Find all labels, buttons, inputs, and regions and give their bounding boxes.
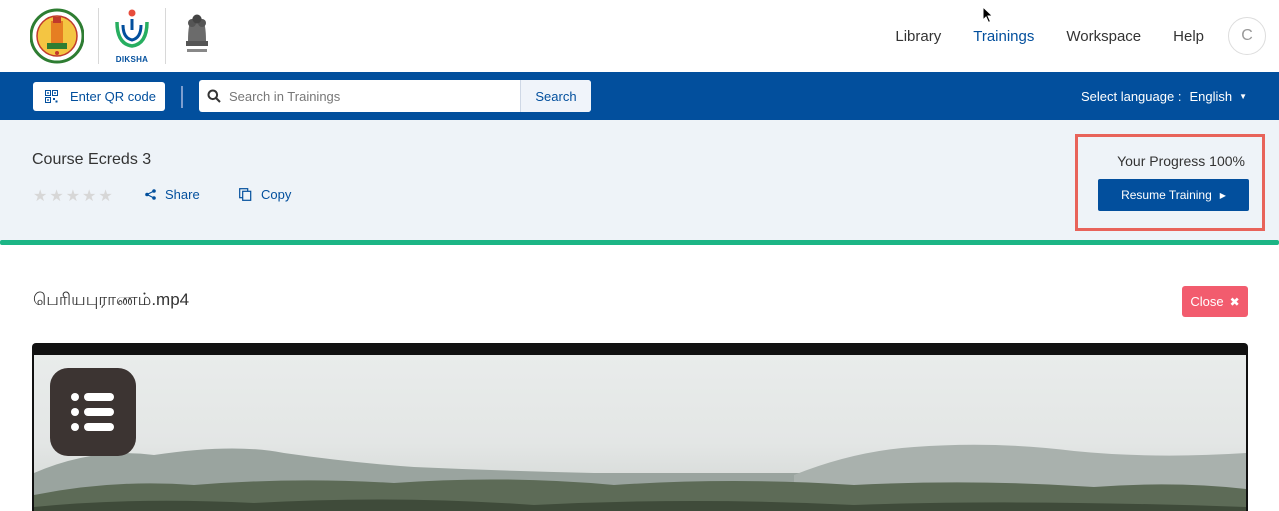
star-icon[interactable]: ★ (66, 186, 80, 206)
copy-button[interactable]: Copy (239, 187, 291, 202)
user-avatar[interactable]: C (1228, 17, 1266, 55)
progress-line (0, 240, 1279, 245)
nav-trainings[interactable]: Trainings (973, 28, 1034, 45)
star-icon[interactable]: ★ (33, 186, 47, 206)
qr-code-icon (45, 90, 58, 103)
search-input[interactable] (229, 80, 520, 112)
nav-workspace[interactable]: Workspace (1066, 28, 1141, 45)
india-emblem-logo[interactable] (180, 7, 214, 65)
language-value[interactable]: English (1189, 89, 1232, 104)
close-icon: ✖ (1229, 294, 1240, 309)
copy-icon (239, 188, 252, 201)
course-title: Course Ecreds 3 (32, 151, 152, 168)
diksha-logo-mark (115, 9, 149, 48)
search-icon (199, 89, 229, 103)
search-button[interactable]: Search (520, 80, 591, 112)
close-label: Close (1190, 294, 1224, 309)
star-icon[interactable]: ★ (82, 186, 96, 206)
logo-divider (98, 8, 99, 64)
nav-library[interactable]: Library (895, 28, 941, 45)
language-label: Select language : (1080, 88, 1182, 104)
progress-text: Your Progress 100% (1117, 153, 1245, 169)
mouse-cursor-icon (982, 6, 994, 24)
language-selector[interactable]: Select language : English ▼ (1081, 72, 1247, 120)
share-button[interactable]: Share (145, 187, 200, 202)
caret-right-icon: ▶ (1219, 190, 1226, 200)
video-player[interactable] (32, 343, 1248, 511)
resume-training-label: Resume Training (1121, 188, 1212, 202)
nav-help[interactable]: Help (1173, 28, 1204, 45)
chevron-down-icon: ▼ (1239, 91, 1247, 101)
progress-highlight-box: Your Progress 100% Resume Training ▶ (1075, 134, 1265, 231)
logo-divider (165, 8, 166, 64)
tamil-nadu-emblem-logo[interactable] (30, 7, 84, 65)
close-button[interactable]: Close ✖ (1182, 286, 1248, 317)
star-icon[interactable]: ★ (49, 186, 63, 206)
video-scene-image (34, 444, 1246, 511)
copy-label: Copy (261, 187, 292, 202)
enter-qr-code-button[interactable]: Enter QR code (33, 82, 165, 111)
playlist-menu-button[interactable] (50, 368, 136, 456)
diksha-logo[interactable]: DIKSHA (113, 6, 151, 66)
list-menu-icon (71, 393, 114, 431)
header: DIKSHA Library Trainings Workspace Help … (0, 0, 1279, 72)
course-banner: Course Ecreds 3 ★ ★ ★ ★ ★ Share Copy You… (0, 120, 1279, 242)
qr-button-label: Enter QR code (70, 89, 156, 104)
search-box: Search (199, 80, 591, 112)
diksha-logo-text: DIKSHA (115, 55, 149, 64)
rating-stars[interactable]: ★ ★ ★ ★ ★ (33, 186, 115, 206)
share-icon (145, 189, 156, 200)
share-label: Share (165, 187, 200, 202)
main-nav: Library Trainings Workspace Help C (895, 0, 1279, 72)
video-frame[interactable] (34, 355, 1246, 511)
logo-group: DIKSHA (30, 6, 214, 66)
toolbar: Enter QR code Search Select language : E… (0, 72, 1279, 120)
resume-training-button[interactable]: Resume Training ▶ (1098, 179, 1249, 211)
star-icon[interactable]: ★ (98, 186, 112, 206)
content-title: பெரியபுராணம்.mp4 (33, 290, 190, 309)
toolbar-divider (181, 86, 183, 108)
